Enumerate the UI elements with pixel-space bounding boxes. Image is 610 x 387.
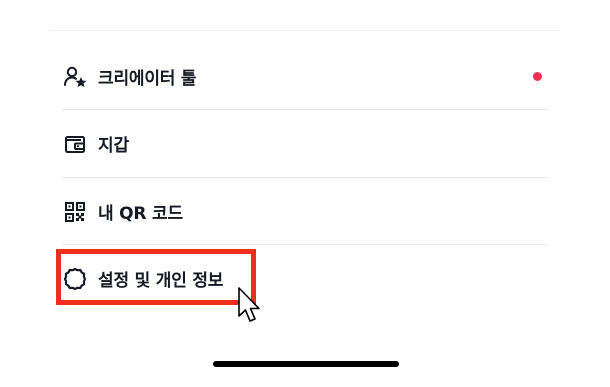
menu-item-label: 내 QR 코드 [98, 204, 183, 224]
menu-item-qr-code[interactable]: 내 QR 코드 [62, 178, 548, 245]
menu-item-label: 크리에이터 툴 [98, 69, 197, 89]
menu-item-creator-tools[interactable]: 크리에이터 툴 [62, 43, 548, 110]
top-divider [50, 30, 560, 31]
qr-code-icon [62, 199, 88, 225]
notification-dot [533, 72, 542, 81]
menu-item-label: 지갑 [98, 136, 129, 156]
menu-item-wallet[interactable]: 지갑 [62, 110, 548, 177]
highlight-box [56, 249, 256, 305]
creator-tools-icon [62, 64, 88, 90]
wallet-icon [62, 131, 88, 157]
mouse-cursor-icon [237, 286, 263, 330]
home-indicator[interactable] [213, 361, 399, 367]
